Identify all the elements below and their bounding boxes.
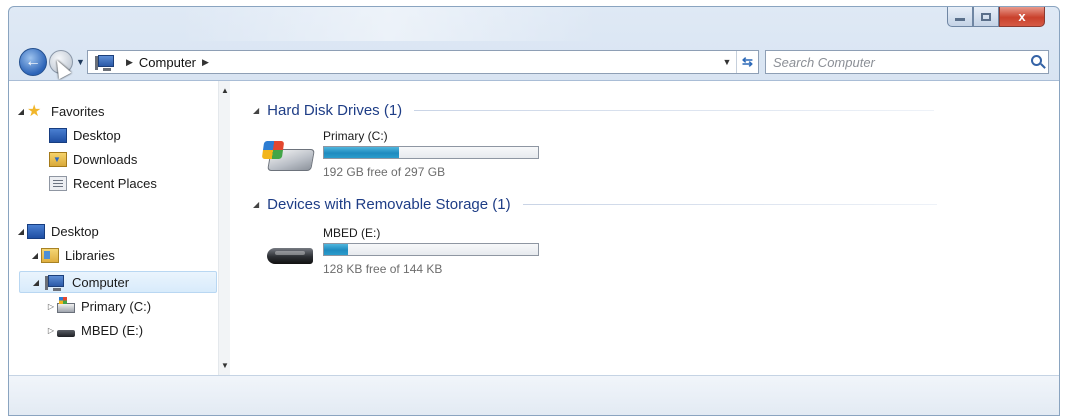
collapse-group-icon[interactable]: ◢	[253, 200, 259, 209]
drive-usage-fill	[324, 244, 348, 255]
usb-drive-icon	[261, 232, 315, 272]
drive-free-space: 128 KB free of 144 KB	[323, 262, 443, 276]
navigation-pane: ◢ ★ Favorites Desktop Downloads Recent P…	[9, 81, 230, 375]
breadcrumb-chevron-icon[interactable]: ▶	[202, 57, 209, 68]
main-area: ◢ ★ Favorites Desktop Downloads Recent P…	[9, 80, 1059, 375]
minimize-icon	[955, 18, 965, 21]
libraries-icon	[41, 247, 59, 263]
maximize-icon	[981, 12, 991, 21]
drive-usage-bar	[323, 146, 539, 159]
title-bar-glass	[179, 7, 599, 41]
expand-arrow-icon[interactable]: ◢	[30, 278, 42, 287]
drive-name: MBED (E:)	[323, 226, 381, 240]
breadcrumb-chevron-icon[interactable]: ▶	[126, 57, 133, 68]
window-controls: x	[947, 7, 1045, 29]
tree-label: Recent Places	[73, 175, 157, 191]
tree-drive-c[interactable]: ▷ Primary (C:)	[45, 295, 151, 317]
recent-places-icon	[49, 175, 67, 191]
tree-recent-places[interactable]: Recent Places	[49, 172, 157, 194]
group-header-removable[interactable]: ◢ Devices with Removable Storage (1)	[253, 196, 937, 213]
computer-icon	[95, 55, 114, 71]
drive-free-space: 192 GB free of 297 GB	[323, 165, 446, 179]
scroll-down-icon[interactable]: ▼	[221, 361, 229, 370]
collapsed-arrow-icon[interactable]: ▷	[45, 302, 57, 311]
drive-name: Primary (C:)	[323, 129, 388, 143]
computer-icon	[45, 275, 64, 291]
group-title: Devices with Removable Storage (1)	[267, 196, 511, 213]
scroll-up-icon[interactable]: ▲	[221, 86, 229, 95]
address-tail: ▼ ⇆	[718, 51, 758, 73]
explorer-window: x ← ▼ ▶ Computer ▶ ▼ ⇆ Search Computer ◢…	[8, 6, 1060, 416]
minimize-button[interactable]	[947, 7, 973, 27]
breadcrumb-computer[interactable]: Computer	[139, 55, 196, 70]
toolbar: ← ▼ ▶ Computer ▶ ▼ ⇆ Search Computer	[9, 47, 1059, 80]
desktop-icon	[27, 223, 45, 239]
tree-desktop-favorite[interactable]: Desktop	[49, 124, 121, 146]
tree-desktop[interactable]: ◢ Desktop	[15, 220, 99, 242]
group-header-hard-disk[interactable]: ◢ Hard Disk Drives (1)	[253, 102, 935, 119]
expand-arrow-icon[interactable]: ◢	[15, 227, 27, 236]
close-button[interactable]: x	[999, 7, 1045, 27]
back-button[interactable]: ←	[19, 48, 47, 76]
drive-usage-bar	[323, 243, 539, 256]
tree-label: Favorites	[51, 103, 105, 119]
search-icon[interactable]	[1031, 55, 1042, 66]
tree-favorites[interactable]: ◢ ★ Favorites	[15, 100, 105, 122]
tree-downloads[interactable]: Downloads	[49, 148, 137, 170]
address-dropdown-icon[interactable]: ▼	[718, 57, 736, 67]
drive-usage-fill	[324, 147, 399, 158]
tree-label: Primary (C:)	[81, 298, 152, 314]
tree-label: Libraries	[65, 247, 115, 263]
drive-item-e[interactable]: MBED (E:) 128 KB free of 144 KB	[261, 226, 581, 282]
tree-label: MBED (E:)	[81, 322, 144, 338]
collapsed-arrow-icon[interactable]: ▷	[45, 326, 57, 335]
tree-computer[interactable]: ◢ Computer	[19, 271, 217, 293]
expand-arrow-icon[interactable]: ◢	[29, 251, 41, 260]
drive-item-c[interactable]: Primary (C:) 192 GB free of 297 GB	[261, 129, 581, 185]
search-placeholder: Search Computer	[773, 54, 875, 70]
nav-scrollbar[interactable]: ▲ ▼	[218, 81, 230, 375]
tree-label: Desktop	[51, 223, 99, 239]
windows-logo-icon	[261, 141, 285, 159]
collapse-group-icon[interactable]: ◢	[253, 106, 259, 115]
recent-pages-dropdown[interactable]: ▼	[76, 57, 85, 67]
hard-disk-icon	[261, 135, 315, 175]
address-bar[interactable]: ▶ Computer ▶ ▼ ⇆	[87, 50, 759, 74]
usb-drive-icon	[57, 329, 75, 337]
group-title: Hard Disk Drives (1)	[267, 102, 403, 119]
tree-drive-e[interactable]: ▷ MBED (E:)	[45, 319, 143, 341]
desktop-icon	[49, 127, 67, 143]
tree-label: Computer	[72, 274, 130, 290]
maximize-button[interactable]	[973, 7, 999, 27]
search-input[interactable]: Search Computer	[765, 50, 1049, 74]
usb-body	[267, 248, 313, 264]
group-divider	[414, 110, 935, 111]
tree-label: Desktop	[73, 127, 121, 143]
group-divider	[522, 204, 937, 205]
content-pane: ◢ Hard Disk Drives (1) Primary (C:) 192 …	[231, 81, 1059, 375]
close-icon: x	[1018, 9, 1026, 24]
hard-disk-icon	[57, 297, 75, 313]
back-arrow-icon: ←	[25, 53, 41, 70]
refresh-button[interactable]: ⇆	[736, 51, 758, 73]
downloads-folder-icon	[49, 151, 67, 167]
tree-label: Downloads	[73, 151, 138, 167]
tree-libraries[interactable]: ◢ Libraries	[29, 244, 115, 266]
star-icon: ★	[27, 102, 42, 120]
expand-arrow-icon[interactable]: ◢	[15, 107, 27, 116]
details-pane	[9, 375, 1059, 415]
